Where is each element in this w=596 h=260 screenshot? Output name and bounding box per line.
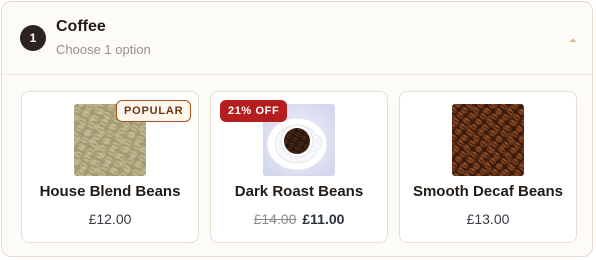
section-subtitle: Choose 1 option [56,42,151,57]
section-title: Coffee [56,18,106,35]
product-price: £12.00 [88,211,132,227]
step-number-badge: 1 [20,25,46,51]
product-price-row: £13.00 [400,211,576,227]
chevron-up-icon[interactable] [565,32,581,44]
product-price-row: £14.00 £11.00 [211,211,387,227]
product-price-row: £12.00 [22,211,198,227]
popular-badge: POPULAR [116,100,192,122]
section-header[interactable]: 1 Coffee Choose 1 option [2,2,592,75]
coffee-option-group: 1 Coffee Choose 1 option POPULAR House B… [1,1,593,257]
product-price: £13.00 [466,211,510,227]
product-name: Smooth Decaf Beans [412,183,564,200]
product-name: Dark Roast Beans [234,183,364,200]
product-card-house-blend[interactable]: POPULAR House Blend Beans £12.00 [21,91,199,243]
product-name: House Blend Beans [39,183,181,200]
original-price: £14.00 [253,211,297,227]
roasted-coffee-beans-image [452,104,524,176]
sale-price: £11.00 [302,211,345,227]
product-card-smooth-decaf[interactable]: Smooth Decaf Beans £13.00 [399,91,577,243]
product-card-dark-roast[interactable]: 21% OFF Dark Roast Beans £14.00 £11.00 [210,91,388,243]
discount-badge: 21% OFF [220,100,288,122]
